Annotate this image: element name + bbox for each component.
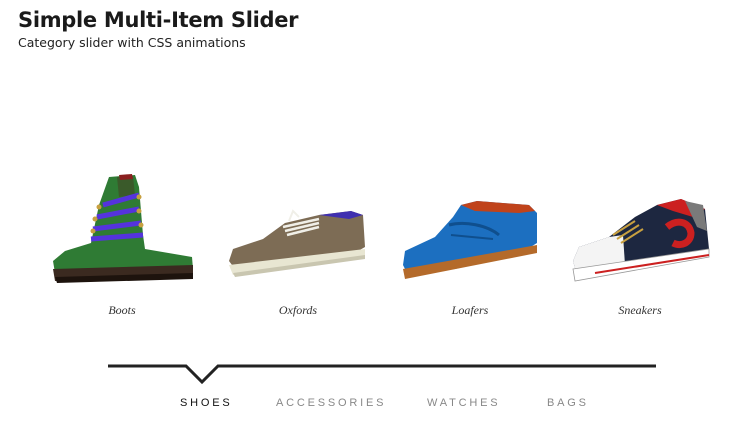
- sneaker-image: [572, 199, 710, 282]
- header: Simple Multi-Item Slider Category slider…: [18, 6, 299, 51]
- page-title: Simple Multi-Item Slider: [18, 8, 299, 32]
- boot-image: [53, 174, 193, 283]
- loafer-image: [403, 201, 537, 279]
- slide-oxfords[interactable]: Oxfords: [223, 165, 373, 325]
- slider-track-indicator: [108, 364, 656, 385]
- category-slider: Boots Oxfords Loafers Sneakers: [0, 165, 750, 325]
- nav-item-watches[interactable]: WATCHES: [427, 397, 500, 409]
- nav-item-accessories[interactable]: ACCESSORIES: [276, 397, 386, 409]
- slide-caption: Oxfords: [278, 303, 318, 317]
- slide-boots[interactable]: Boots: [47, 165, 197, 325]
- slide-caption: Sneakers: [618, 303, 662, 317]
- category-nav: SHOES ACCESSORIES WATCHES BAGS: [0, 397, 750, 411]
- slide-caption: Loafers: [451, 303, 489, 317]
- slide-sneakers[interactable]: Sneakers: [565, 165, 715, 325]
- page-subtitle: Category slider with CSS animations: [18, 35, 246, 50]
- nav-item-shoes[interactable]: SHOES: [180, 397, 233, 409]
- nav-item-bags[interactable]: BAGS: [547, 397, 589, 409]
- slide-caption: Boots: [108, 303, 136, 317]
- oxford-shoe-image: [229, 209, 365, 277]
- slide-loafers[interactable]: Loafers: [395, 165, 545, 325]
